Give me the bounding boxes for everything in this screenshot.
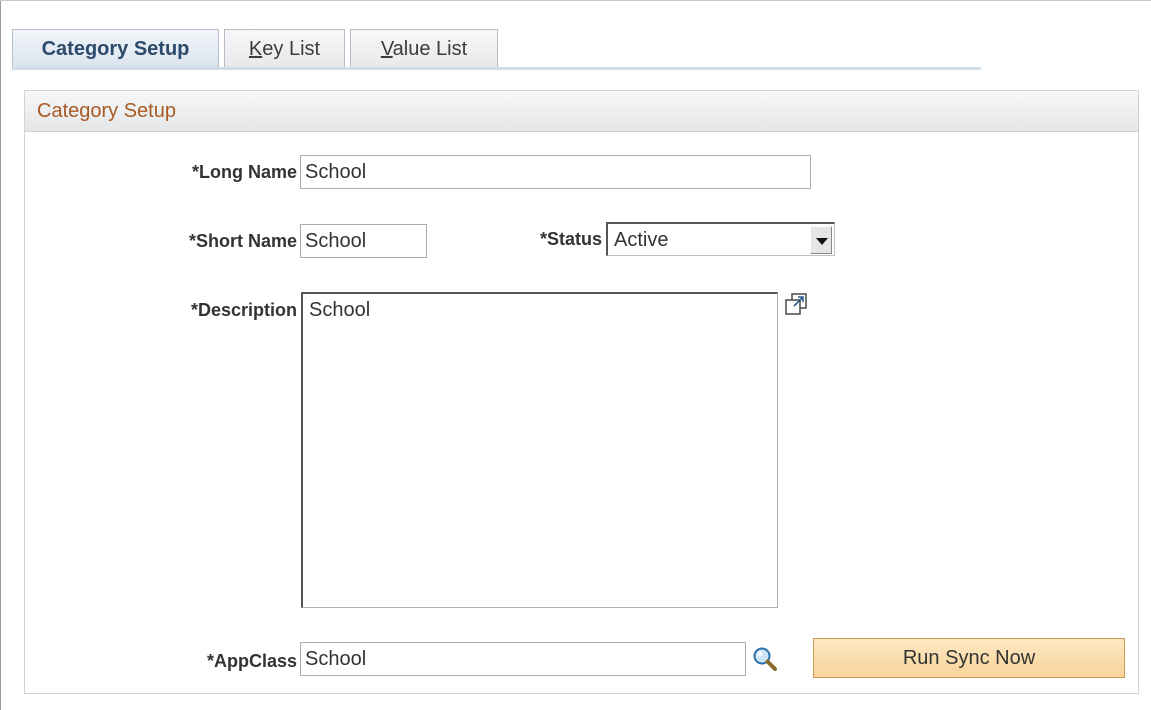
tab-key-list-label: Key List — [248, 37, 321, 60]
status-select[interactable]: Active — [606, 222, 835, 256]
short-name-input[interactable]: School — [300, 224, 427, 258]
tab-key-list[interactable]: Key List — [224, 29, 345, 68]
tab-underline — [12, 67, 981, 70]
tab-category-setup[interactable]: Category Setup — [12, 29, 219, 69]
appclass-input[interactable]: School — [300, 642, 746, 676]
tab-category-setup-label: Category Setup — [41, 38, 190, 60]
run-sync-now-label: Run Sync Now — [902, 646, 1036, 669]
status-select-value: Active — [614, 229, 669, 251]
group-title: Category Setup — [37, 100, 176, 122]
tab-value-list[interactable]: Value List — [350, 29, 498, 68]
expand-popup-icon[interactable] — [783, 292, 809, 318]
status-label: *Status — [539, 229, 602, 249]
magnifier-icon[interactable] — [751, 645, 779, 673]
window-frame-left — [0, 0, 1, 710]
long-name-label: *Long Name — [191, 162, 297, 182]
appclass-label: *AppClass — [206, 651, 297, 671]
description-label: *Description — [190, 300, 297, 320]
long-name-input[interactable]: School — [300, 155, 811, 189]
chevron-down-icon[interactable] — [810, 226, 832, 254]
window-frame-top — [0, 0, 1151, 1]
group-header: Category Setup — [25, 91, 1138, 132]
description-textarea[interactable]: School — [301, 292, 778, 608]
tab-value-list-label: Value List — [380, 37, 468, 60]
run-sync-now-button[interactable]: Run Sync Now — [813, 638, 1125, 678]
short-name-label: *Short Name — [188, 231, 297, 251]
